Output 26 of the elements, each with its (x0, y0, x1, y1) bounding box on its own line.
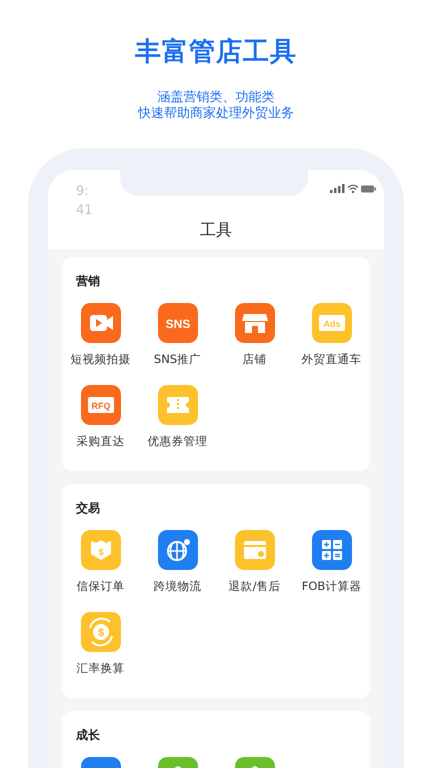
section-title: 营销 (75, 273, 101, 290)
tool-label[interactable]: 店铺 (242, 351, 266, 367)
section-title: 交易 (75, 500, 101, 517)
subtitle: 快速帮助商家处理外贸业务 (138, 106, 294, 122)
status-icons (330, 184, 376, 194)
calculator-icon[interactable] (312, 530, 352, 570)
section-title: 成长 (75, 727, 101, 744)
screen-title: 工具 (199, 220, 233, 241)
tool-label[interactable]: 采购直达 (76, 433, 124, 449)
tool-label[interactable]: 信保订单 (76, 578, 124, 594)
status-time: 9:41 (76, 183, 94, 220)
ticket-icon[interactable] (158, 385, 198, 425)
store-icon[interactable] (234, 303, 274, 343)
tool-label[interactable]: 跨境物流 (154, 578, 202, 594)
tool-label[interactable]: 退款/售后 (228, 578, 280, 594)
tool-label[interactable]: SNS推广 (154, 351, 202, 367)
tool-label[interactable]: 汇率换算 (76, 660, 124, 676)
tool-label[interactable]: 短视频拍摄 (70, 351, 130, 367)
tool-label[interactable]: 外贸直通车 (302, 351, 362, 367)
tool-label[interactable]: 优惠券管理 (148, 433, 208, 449)
headline: 丰富管店工具 (135, 36, 297, 68)
subtitle: 涵盖营销类、功能类 (158, 90, 274, 106)
wallet-icon[interactable] (234, 530, 274, 570)
tool-label[interactable]: FOB计算器 (302, 578, 362, 594)
video-camera-icon[interactable] (80, 303, 120, 343)
globe-pin-icon[interactable] (158, 530, 198, 570)
